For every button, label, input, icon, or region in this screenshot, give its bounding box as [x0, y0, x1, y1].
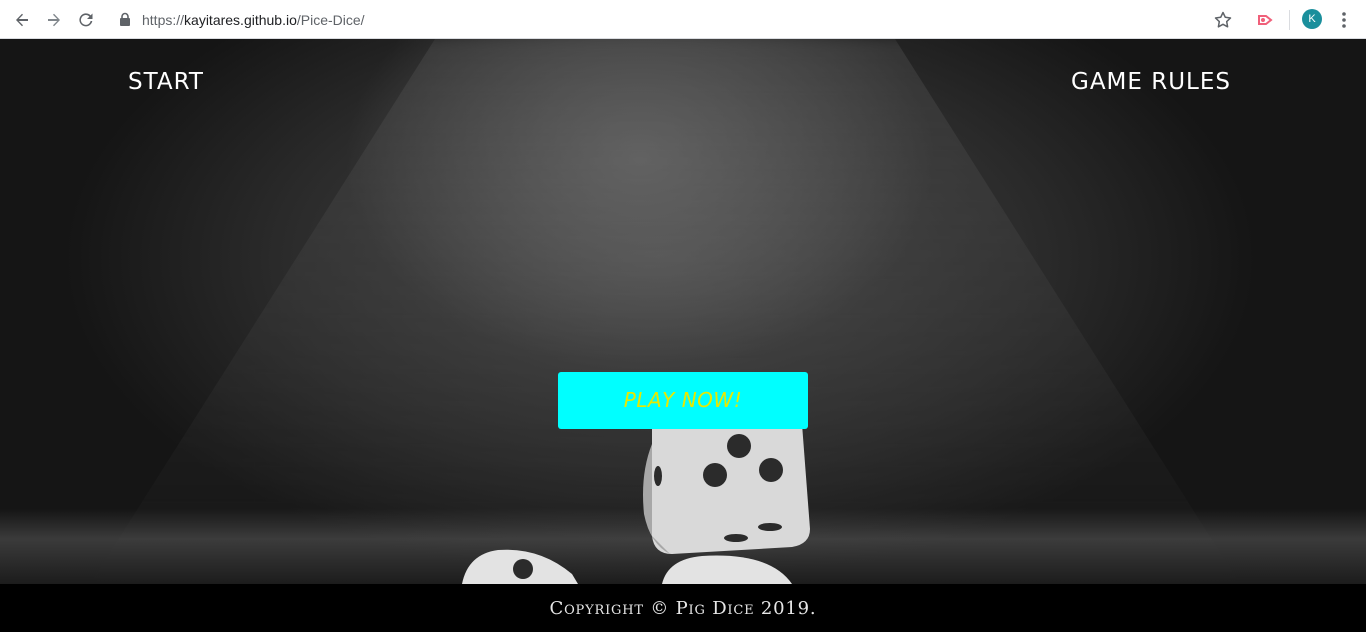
browser-toolbar: https://kayitares.github.io/Pice-Dice/ K [0, 0, 1366, 39]
die-pip [724, 534, 748, 542]
footer: Copyright © Pig Dice 2019. [0, 584, 1366, 632]
die-pip [703, 463, 727, 487]
address-bar[interactable]: https://kayitares.github.io/Pice-Dice/ [142, 10, 365, 30]
nav-start-link[interactable]: START [128, 69, 204, 95]
copyright-text: Copyright © Pig Dice 2019. [549, 597, 817, 619]
nav-game-rules-link[interactable]: GAME RULES [1071, 69, 1231, 95]
hero-section: START GAME RULES PLAY NOW! [0, 39, 1366, 584]
arrow-left-icon [16, 13, 28, 26]
lock-icon[interactable] [118, 12, 132, 27]
die-pip [513, 559, 533, 579]
reload-button[interactable] [70, 0, 102, 39]
extension-icon[interactable] [1254, 10, 1276, 30]
arrow-right-icon [48, 13, 60, 26]
url-scheme: https:// [142, 12, 185, 28]
profile-avatar[interactable]: K [1302, 9, 1322, 29]
die-pip [727, 434, 751, 458]
die-pip [654, 466, 662, 486]
url-domain: kayitares.github.io [184, 12, 297, 28]
back-button[interactable] [6, 0, 38, 39]
url-path: /Pice-Dice/ [296, 12, 365, 28]
reload-icon [79, 12, 93, 26]
toolbar-divider [1289, 10, 1290, 30]
forward-button[interactable] [38, 0, 70, 39]
more-vert-icon[interactable] [1336, 9, 1352, 31]
play-now-button[interactable]: PLAY NOW! [558, 372, 808, 429]
dice-image [462, 414, 810, 584]
die-pip [759, 458, 783, 482]
star-icon[interactable] [1213, 10, 1233, 30]
die-pip [758, 523, 782, 531]
